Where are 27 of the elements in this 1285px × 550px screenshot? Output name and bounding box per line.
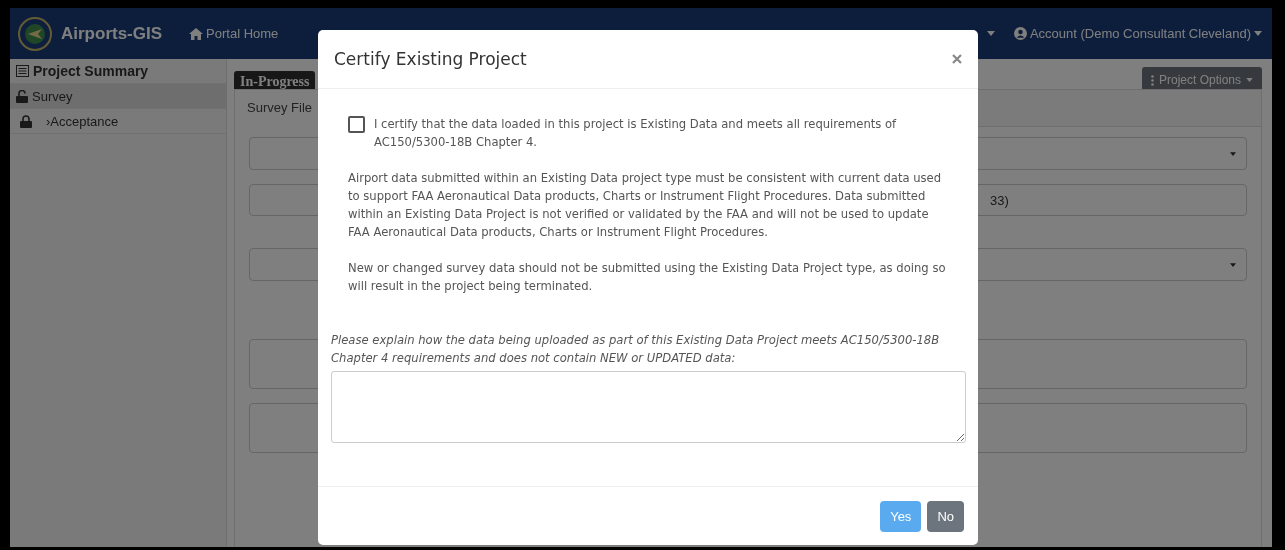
- notice-paragraph: Airport data submitted within an Existing Data project type must be consistent with current data used to support FAA Aeronautical Data products, Charts or Instrument Flight Procedures. Data submitted within an Existing Data Project is not verified or validated by the FAA and will not be used to update FAA Aeronautical Data products, Charts or Instrument Flight Procedures.: [348, 170, 943, 241]
- explanation-prompt: Please explain how the data being uploaded as part of this Existing Data Project meets AC150/5300-18B Chapter 4 requirements and does not contain NEW or UPDATED data:: [331, 332, 941, 367]
- no-button[interactable]: No: [927, 500, 964, 532]
- yes-button[interactable]: Yes: [880, 500, 922, 532]
- unlocked-padlock-icon: [16, 89, 28, 103]
- caret-icon: [1230, 262, 1236, 267]
- notice-paragraph: New or changed survey data should not be submitted using the Existing Data Project type, as doing so will result in the project being terminated.: [348, 260, 947, 295]
- sidebar-item[interactable]: ›Acceptance: [10, 109, 226, 134]
- brand-name[interactable]: Airports-GIS: [61, 23, 163, 44]
- account-menu[interactable]: Account (Demo Consultant Cleveland): [1013, 26, 1262, 41]
- checkbox[interactable]: [348, 116, 365, 133]
- dialog-title: Certify Existing Project: [334, 49, 527, 69]
- padlock-icon: [20, 114, 32, 128]
- caret-icon: [1246, 78, 1253, 82]
- close-button[interactable]: [950, 52, 964, 66]
- user-icon: [1013, 27, 1027, 40]
- home-icon: [189, 27, 204, 40]
- caret-icon: [1230, 151, 1236, 156]
- certify-checkbox-label[interactable]: I certify that the data loaded in this project is Existing Data and meets all requirements of AC150/5300-18B Chapter 4.: [374, 115, 966, 151]
- close-icon: [952, 54, 962, 64]
- caret-icon: [1254, 31, 1262, 36]
- caret-icon[interactable]: [986, 31, 995, 36]
- nav-link[interactable]: Portal Home: [189, 26, 279, 41]
- sidebar-item[interactable]: Survey: [10, 84, 226, 109]
- list-icon: [16, 65, 29, 77]
- seal-logo-icon: [18, 16, 52, 51]
- vertical-dots-icon: [1150, 74, 1154, 86]
